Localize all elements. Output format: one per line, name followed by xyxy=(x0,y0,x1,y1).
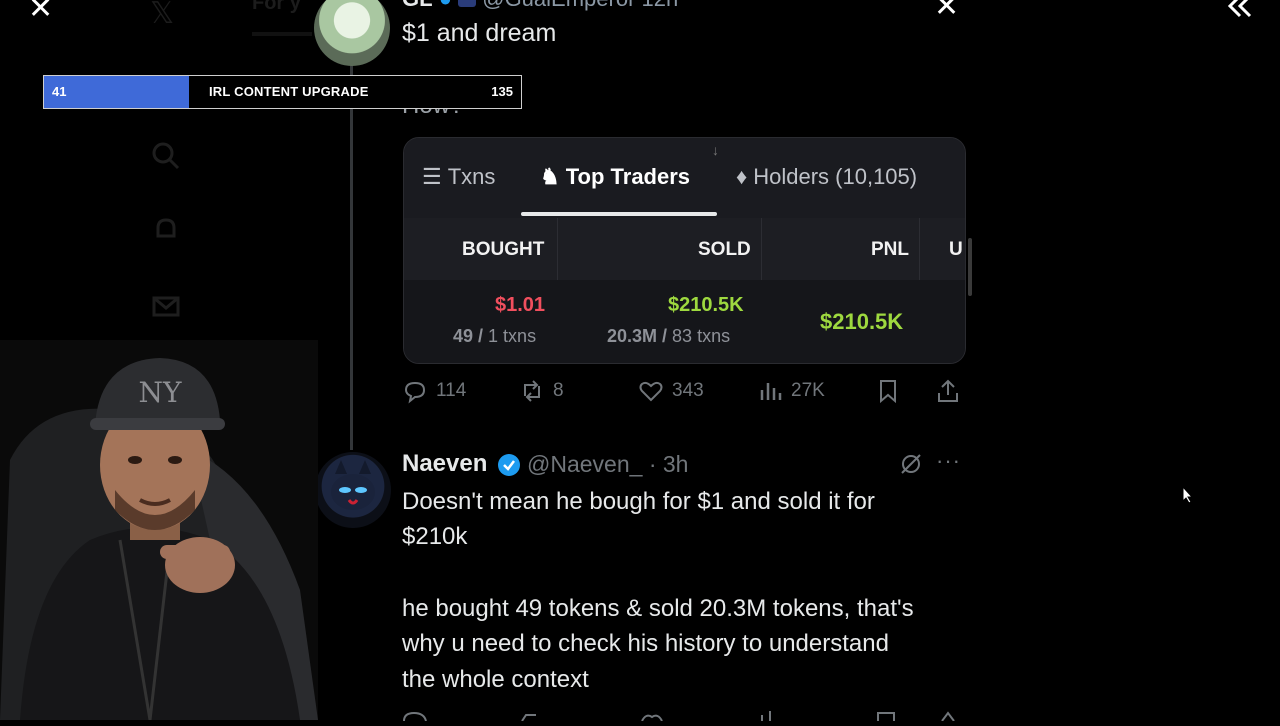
bookmark-icon xyxy=(880,380,896,404)
more-options-button[interactable]: ··· xyxy=(936,448,961,474)
reply-button[interactable]: 114 xyxy=(402,378,466,404)
author-handle[interactable]: @GuaiEmperor xyxy=(482,0,635,11)
svg-text:NY: NY xyxy=(139,376,183,409)
diamond-icon: ♦ xyxy=(736,164,748,189)
like-count: 343 xyxy=(672,380,704,401)
avatar[interactable] xyxy=(315,452,391,528)
column-unrealized: U xyxy=(949,239,963,260)
tweet-text: $1 and dream xyxy=(402,19,557,47)
active-tab-indicator xyxy=(521,212,717,216)
bg-mail-icon xyxy=(150,290,182,328)
bg-tab-underline xyxy=(252,32,312,36)
like-button[interactable]: 343 xyxy=(638,378,704,404)
pnl-value: $210.5K xyxy=(820,309,904,334)
tweet-text-line: $210k xyxy=(402,523,468,550)
close-icon[interactable]: ✕ xyxy=(28,0,53,24)
share-button[interactable] xyxy=(935,378,961,404)
tweet-text-line: Doesn't mean he bough for $1 and sold it… xyxy=(402,488,875,515)
thread-connector xyxy=(350,60,353,450)
table-header: BOUGHT SOLD PNL U xyxy=(404,218,965,280)
goal-target: 135 xyxy=(491,84,513,99)
view-count: 27K xyxy=(791,380,825,401)
views-button[interactable]: 27K xyxy=(757,378,825,404)
table-row: $1.01 49 / 1 txns $210.5K 20.3M / 83 txn… xyxy=(404,280,965,363)
tab-holders[interactable]: ♦ Holders (10,105) xyxy=(736,164,917,190)
column-sold: SOLD xyxy=(698,239,751,260)
arrow-down-icon: ↓ xyxy=(712,142,719,158)
tweet-time: · 3h xyxy=(648,451,689,477)
tab-top-traders[interactable]: ♞ Top Traders xyxy=(540,164,690,190)
tweet-time: 12h xyxy=(642,0,679,11)
mouse-cursor-icon xyxy=(1182,486,1194,504)
author-handle[interactable]: @Naeven_ xyxy=(527,451,642,477)
author-name[interactable]: Naeven xyxy=(402,450,487,478)
sold-detail: 20.3M / 83 txns xyxy=(607,326,731,346)
webcam-overlay: NY xyxy=(0,340,318,720)
goal-label: IRL CONTENT UPGRADE xyxy=(209,84,369,99)
bought-value: $1.01 xyxy=(495,294,546,316)
tweet-media-image[interactable]: ☰ Txns ♞ Top Traders ♦ Holders (10,105) ↓ B… xyxy=(403,137,966,364)
bg-search-icon xyxy=(150,140,182,178)
author-name[interactable]: GL xyxy=(402,0,433,11)
repost-button[interactable]: 8 xyxy=(519,378,564,404)
tweet2-action-bar xyxy=(402,708,962,722)
stream-goal-bar: 41 IRL CONTENT UPGRADE 135 xyxy=(43,75,522,109)
reply-count: 114 xyxy=(436,380,467,401)
sold-value: $210.5K xyxy=(668,294,744,316)
double-chevron-left-icon[interactable] xyxy=(1226,0,1254,26)
author-handle-time: @Naeven_ · 3h xyxy=(527,451,688,478)
tweet-text-line: the whole context xyxy=(402,666,589,693)
tweet-text-line: why u need to check his history to under… xyxy=(402,630,889,657)
verified-badge-icon: ● xyxy=(439,0,452,11)
bg-bell-icon xyxy=(150,214,182,252)
bookmark-button[interactable] xyxy=(875,378,901,404)
card-scrollbar[interactable] xyxy=(968,238,972,296)
column-pnl: PNL xyxy=(871,239,909,260)
trader-tabs: ☰ Txns ♞ Top Traders ♦ Holders (10,105) ↓ xyxy=(404,138,965,218)
reply-icon xyxy=(404,381,426,404)
x-icon[interactable]: ✕ xyxy=(934,0,959,22)
trophy-icon: ♞ xyxy=(540,164,560,189)
avatar[interactable] xyxy=(314,0,390,66)
grok-icon[interactable] xyxy=(898,451,924,477)
bar-chart-icon xyxy=(760,383,782,400)
bg-tab-for-you: For y xyxy=(252,0,301,14)
share-icon xyxy=(938,379,958,402)
list-icon: ☰ xyxy=(422,164,442,189)
goal-current: 41 xyxy=(52,84,67,99)
repost-icon xyxy=(524,380,540,402)
tab-txns[interactable]: ☰ Txns xyxy=(422,164,495,190)
x-logo-icon: 𝕏 xyxy=(150,0,175,30)
bought-detail: 49 / 1 txns xyxy=(453,326,537,346)
affiliate-badge-icon xyxy=(458,0,477,8)
verified-badge-icon xyxy=(498,454,520,476)
heart-icon xyxy=(639,381,663,402)
tweet-header: GL ● @GuaiEmperor 12h xyxy=(402,0,678,12)
tweet-text-line: he bought 49 tokens & sold 20.3M tokens,… xyxy=(402,595,914,622)
column-bought: BOUGHT xyxy=(462,239,545,260)
repost-count: 8 xyxy=(553,380,564,401)
